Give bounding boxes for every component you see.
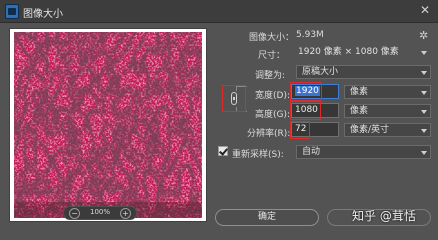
fit-to-value: 原稿大小 bbox=[302, 67, 339, 77]
resolution-label: 分辨率(R): bbox=[247, 129, 291, 139]
window-title: 图像大小 bbox=[23, 9, 63, 20]
image-preview[interactable] bbox=[9, 28, 207, 222]
annotation-box-resolution bbox=[290, 121, 310, 139]
dimensions-label: 尺寸： bbox=[258, 51, 286, 61]
resample-method-value: 自动 bbox=[302, 147, 321, 157]
annotation-box-link bbox=[222, 85, 246, 112]
resample-label: 重新采样(S): bbox=[232, 150, 284, 160]
resolution-unit-select[interactable]: 像素/英寸 bbox=[344, 123, 431, 137]
close-icon[interactable]: ✕ bbox=[420, 3, 430, 17]
chevron-down-icon bbox=[421, 129, 427, 133]
ok-button[interactable]: 确定 bbox=[215, 209, 319, 226]
cherry-blossom-preview-image bbox=[14, 32, 202, 218]
gear-icon[interactable]: ✲ bbox=[419, 29, 428, 42]
width-unit-select[interactable]: 像素 bbox=[344, 85, 431, 99]
resample-checkbox[interactable] bbox=[218, 146, 228, 156]
width-unit: 像素 bbox=[350, 87, 369, 97]
chevron-down-icon bbox=[421, 51, 427, 55]
chevron-down-icon bbox=[421, 110, 427, 114]
preview-zoom-bar: − 100% + bbox=[63, 206, 137, 220]
dimensions-dropdown[interactable]: 1920 像素 × 1080 像素 bbox=[292, 45, 431, 59]
zhihu-watermark: 知乎 @茸恬 bbox=[352, 209, 416, 223]
height-label: 高度(G): bbox=[255, 110, 291, 120]
image-size-label: 图像大小： bbox=[249, 33, 295, 43]
dimensions-value: 1920 像素 × 1080 像素 bbox=[298, 47, 399, 57]
image-size-value: 5.93M bbox=[296, 30, 324, 40]
width-label: 宽度(D): bbox=[255, 91, 290, 101]
chevron-down-icon bbox=[421, 71, 427, 75]
photoshop-app-icon bbox=[5, 4, 19, 19]
fit-to-label: 调整为: bbox=[255, 71, 286, 81]
annotation-box-height bbox=[290, 101, 321, 120]
chevron-down-icon bbox=[421, 151, 427, 155]
resolution-unit: 像素/英寸 bbox=[350, 125, 390, 135]
chevron-down-icon bbox=[421, 91, 427, 95]
fit-to-select[interactable]: 原稿大小 bbox=[296, 65, 431, 79]
title-bar: 图像大小 ✕ bbox=[0, 0, 438, 23]
height-unit: 像素 bbox=[350, 106, 369, 116]
annotation-box-width bbox=[290, 82, 322, 101]
resample-method-select[interactable]: 自动 bbox=[296, 145, 431, 159]
height-unit-select[interactable]: 像素 bbox=[344, 104, 431, 118]
zoom-in-icon[interactable]: + bbox=[120, 208, 131, 219]
